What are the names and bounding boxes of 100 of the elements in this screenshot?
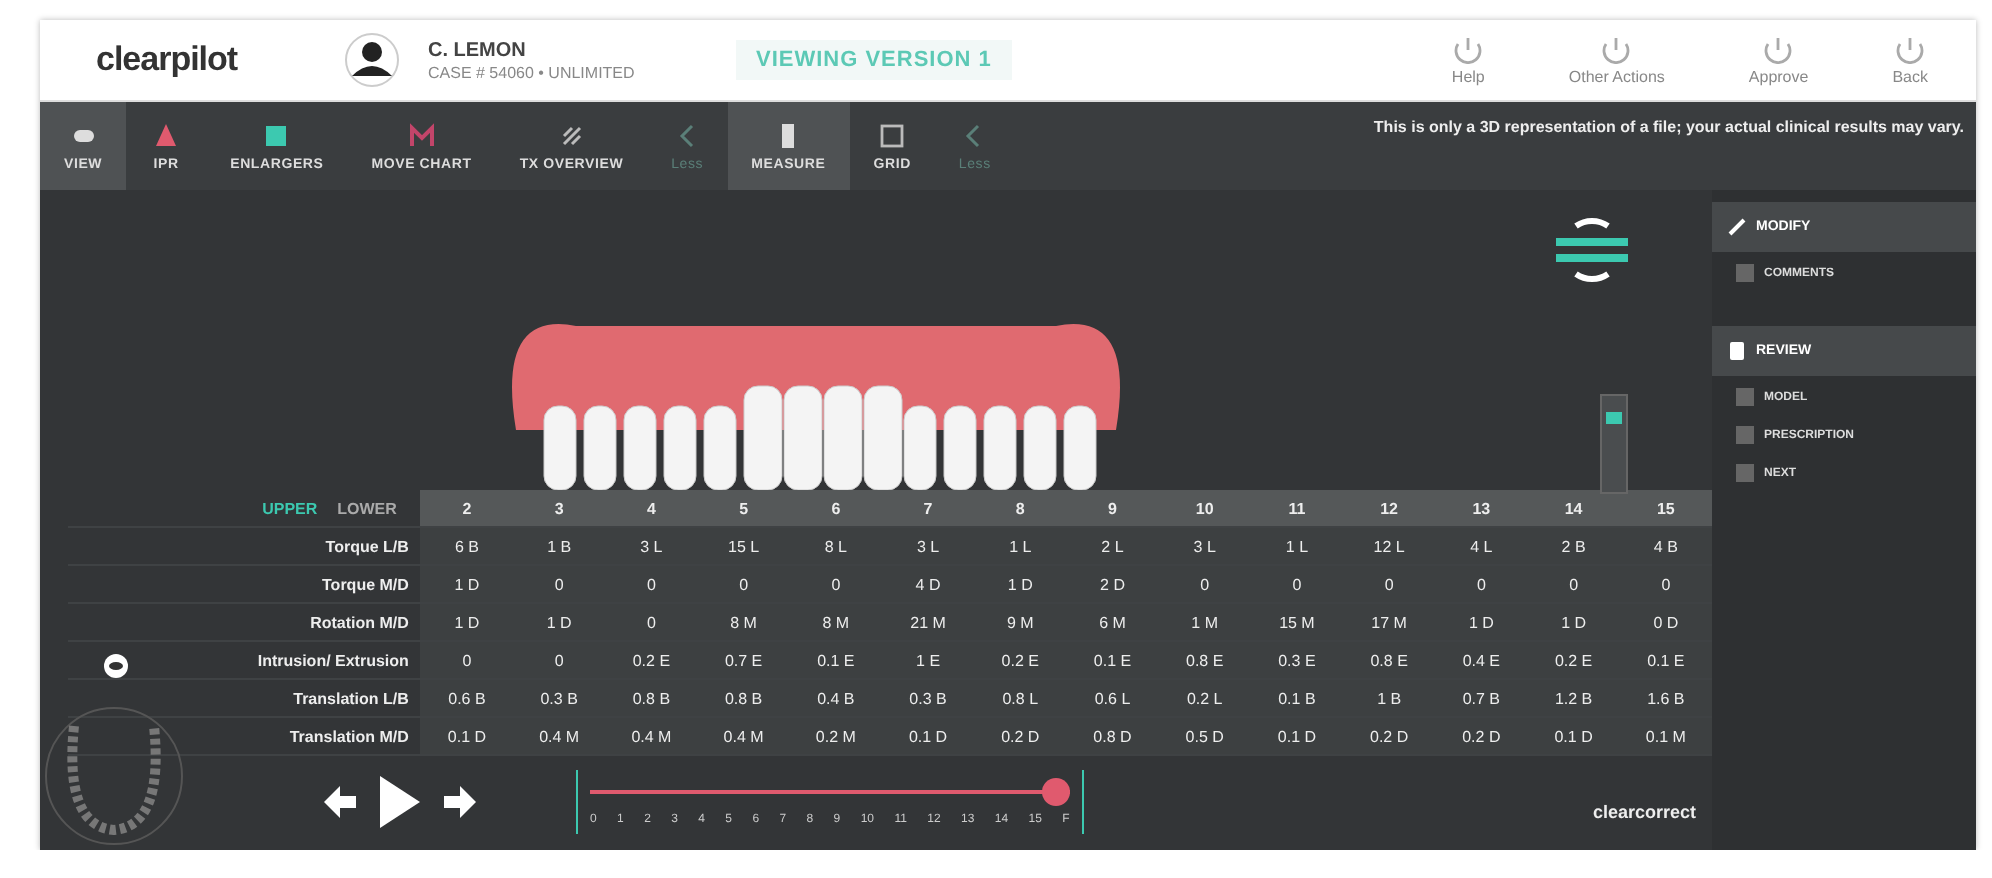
stage-slider[interactable]: [590, 778, 1070, 806]
table-cell: 1 D: [420, 603, 514, 641]
row-label: Translation M/D: [68, 717, 421, 755]
slider-thumb[interactable]: [1042, 778, 1070, 806]
row-label: Intrusion/ Extrusion: [68, 641, 421, 679]
patient-avatar-icon: [344, 32, 400, 88]
table-cell: 1 D: [974, 565, 1067, 603]
table-cell: 0.1 D: [1250, 717, 1344, 755]
table-cell: 1 D: [513, 603, 606, 641]
table-cell: 6 M: [1066, 603, 1159, 641]
header-action-button[interactable]: Back: [1864, 35, 1956, 85]
table-cell: 0: [1527, 565, 1620, 603]
tooth-number: 7: [881, 490, 975, 527]
table-cell: 0.4 E: [1435, 641, 1528, 679]
tooth-number: 12: [1343, 490, 1436, 527]
table-cell: 0.2 E: [605, 641, 698, 679]
table-cell: 0.4 M: [605, 717, 698, 755]
footer-logo: clearcorrect: [1592, 802, 1696, 822]
table-cell: 0.3 B: [881, 679, 975, 717]
table-cell: 0.4 M: [697, 717, 790, 755]
row-label: Torque L/B: [68, 527, 421, 565]
case-info: CASE # 54060 • UNLIMITED: [428, 63, 637, 81]
header-action-button[interactable]: Help: [1423, 35, 1513, 85]
tooth-number: 11: [1250, 490, 1344, 527]
table-cell: 0.2 D: [1343, 717, 1436, 755]
table-cell: 0: [1250, 565, 1344, 603]
table-cell: 2 L: [1066, 527, 1159, 565]
row-label: Rotation M/D: [68, 603, 421, 641]
table-cell: 0.8 L: [974, 679, 1067, 717]
table-cell: 0.3 E: [1250, 641, 1344, 679]
table-cell: 2 D: [1066, 565, 1159, 603]
table-cell: 3 L: [1158, 527, 1251, 565]
table-cell: 0.2 E: [1527, 641, 1620, 679]
table-cell: 1 D: [1527, 603, 1620, 641]
table-cell: 0: [513, 565, 606, 603]
zoom-slider[interactable]: [1600, 394, 1628, 494]
slider-thumb[interactable]: [1606, 412, 1622, 425]
document-icon: [1728, 342, 1746, 360]
header-action-button[interactable]: Approve: [1720, 35, 1837, 85]
arch-toggle[interactable]: UPPER: [262, 499, 318, 517]
tooth-number: 6: [789, 490, 882, 527]
table-cell: 1 B: [1343, 679, 1436, 717]
arrow-left-icon: [320, 782, 360, 822]
tooth-number: 8: [974, 490, 1067, 527]
table-cell: 1 E: [881, 641, 975, 679]
play-icon: [376, 772, 424, 832]
table-cell: 1 B: [513, 527, 606, 565]
square-icon: [1736, 388, 1754, 406]
power-icon: [1600, 35, 1633, 63]
table-cell: 0: [420, 641, 514, 679]
table-cell: 3 L: [881, 527, 975, 565]
table-cell: 8 M: [789, 603, 882, 641]
table-cell: 0: [697, 565, 790, 603]
table-cell: 0.8 E: [1343, 641, 1436, 679]
table-cell: 1 D: [420, 565, 514, 603]
play-button[interactable]: [376, 772, 424, 832]
table-cell: 15 M: [1250, 603, 1344, 641]
previous-button[interactable]: [320, 782, 360, 822]
arch-rotate-icon[interactable]: [1552, 214, 1632, 286]
table-cell: 15 L: [697, 527, 790, 565]
table-cell: 0.2 M: [789, 717, 882, 755]
table-cell: 0: [789, 565, 882, 603]
square-icon: [1736, 264, 1754, 282]
square-icon: [1736, 464, 1754, 482]
table-cell: 0.1 D: [420, 717, 514, 755]
header-action-button[interactable]: Other Actions: [1540, 35, 1693, 85]
tooth-number: 15: [1619, 490, 1712, 527]
table-cell: 1 L: [974, 527, 1067, 565]
table-cell: 21 M: [881, 603, 975, 641]
arch-toggle[interactable]: LOWER: [337, 499, 397, 517]
tooth-number: 3: [513, 490, 606, 527]
table-cell: 0.7 B: [1435, 679, 1528, 717]
table-cell: 3 L: [605, 527, 698, 565]
table-cell: 4 D: [881, 565, 975, 603]
table-cell: 0.6 L: [1066, 679, 1159, 717]
table-cell: 2 B: [1527, 527, 1620, 565]
grid-icon: [876, 120, 909, 152]
table-cell: 0: [1158, 565, 1251, 603]
app-logo: clearpilot: [96, 40, 240, 80]
table-cell: 0: [1435, 565, 1528, 603]
table-cell: 0.8 B: [697, 679, 790, 717]
table-cell: 0.4 B: [789, 679, 882, 717]
table-cell: 0.4 M: [513, 717, 606, 755]
version-label: VIEWING VERSION 1: [736, 40, 1012, 80]
square-icon: [1736, 426, 1754, 444]
row-label: Torque M/D: [68, 565, 421, 603]
table-cell: 0: [605, 603, 698, 641]
next-button[interactable]: [440, 782, 480, 822]
table-cell: 0.1 E: [1066, 641, 1159, 679]
table-cell: 12 L: [1343, 527, 1436, 565]
table-cell: 0.1 D: [881, 717, 975, 755]
row-label: Translation L/B: [68, 679, 421, 717]
tooth-number: 14: [1527, 490, 1620, 527]
table-cell: 0.2 D: [1435, 717, 1528, 755]
table-cell: 6 B: [420, 527, 514, 565]
table-cell: 0: [513, 641, 606, 679]
table-cell: 9 M: [974, 603, 1067, 641]
table-cell: 0.1 D: [1527, 717, 1620, 755]
table-cell: 0.8 B: [605, 679, 698, 717]
table-cell: 0.8 D: [1066, 717, 1159, 755]
